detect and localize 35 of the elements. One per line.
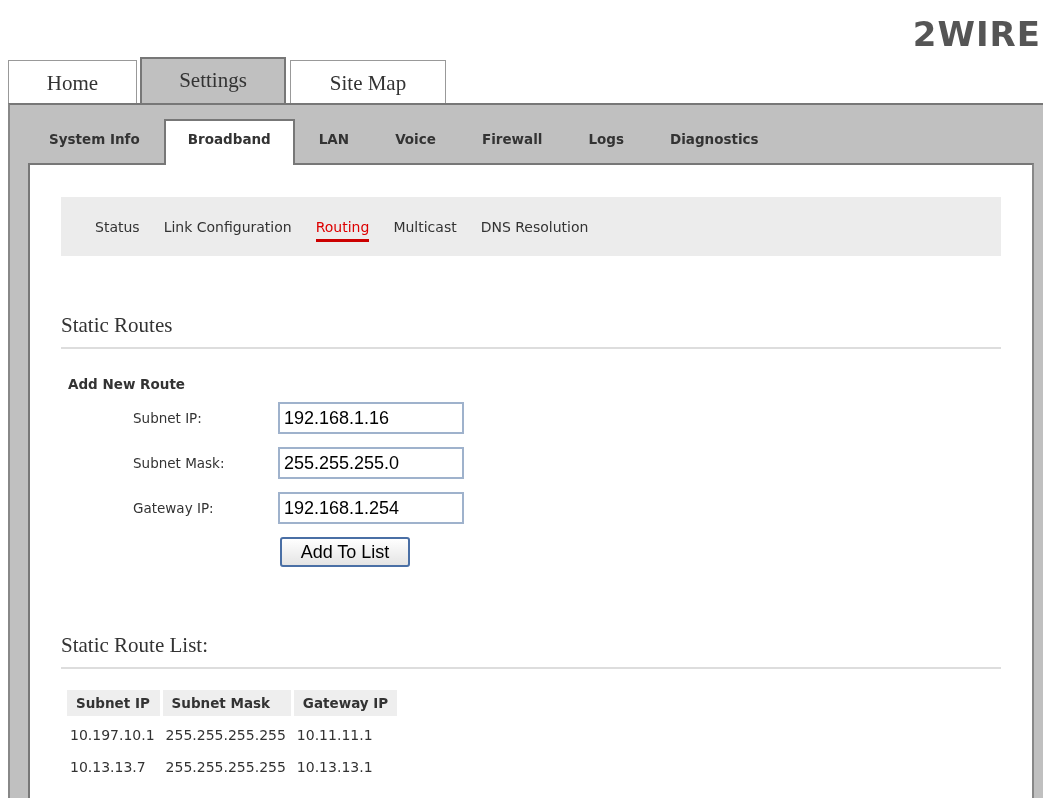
tab[interactable]: Voice xyxy=(373,119,458,163)
input-field[interactable]: 192.168.1.16 xyxy=(278,402,464,434)
table-cell-text: 10.197.10.1 xyxy=(69,726,156,745)
section-heading: Static Route List: xyxy=(61,633,1001,669)
section-heading: Static Routes xyxy=(61,313,1001,349)
nav-link[interactable]: Routing xyxy=(315,218,370,242)
column-header: Gateway IP xyxy=(293,690,398,716)
tab[interactable]: Broadband xyxy=(163,119,295,165)
tab[interactable]: Diagnostics xyxy=(648,119,781,163)
input-field[interactable]: 192.168.1.254 xyxy=(278,492,464,524)
tab[interactable]: Site Map xyxy=(290,60,446,103)
table-cell-text: 10.13.13.1 xyxy=(295,758,374,777)
tab[interactable]: Home xyxy=(8,60,137,103)
nav-link[interactable]: Multicast xyxy=(393,218,457,242)
tab[interactable]: Settings xyxy=(140,57,286,103)
form-title: Add New Route xyxy=(68,376,186,392)
field-label: Subnet IP: xyxy=(132,410,203,426)
field-label: Gateway IP: xyxy=(132,500,215,516)
field-label: Subnet Mask: xyxy=(132,455,226,471)
column-header: Subnet Mask xyxy=(162,690,291,716)
nav-link[interactable]: DNS Resolution xyxy=(480,218,589,242)
add-button[interactable]: Add To List xyxy=(280,537,410,567)
table-cell-text: 255.255.255.255 xyxy=(164,726,287,745)
tab[interactable]: LAN xyxy=(296,119,372,163)
tab[interactable]: Logs xyxy=(566,119,646,163)
tab[interactable]: Firewall xyxy=(459,119,565,163)
nav-link[interactable]: Link Configuration xyxy=(163,218,292,242)
column-header: Subnet IP xyxy=(67,690,160,716)
input-field[interactable]: 255.255.255.0 xyxy=(278,447,464,479)
tab[interactable]: System Info xyxy=(29,119,162,163)
table-cell-text: 10.11.11.1 xyxy=(295,726,374,745)
logo: 2WIRE xyxy=(912,14,1041,54)
nav-link[interactable]: Status xyxy=(95,218,140,242)
table-cell-text: 10.13.13.7 xyxy=(69,758,147,777)
table-cell-text: 255.255.255.255 xyxy=(164,758,287,777)
